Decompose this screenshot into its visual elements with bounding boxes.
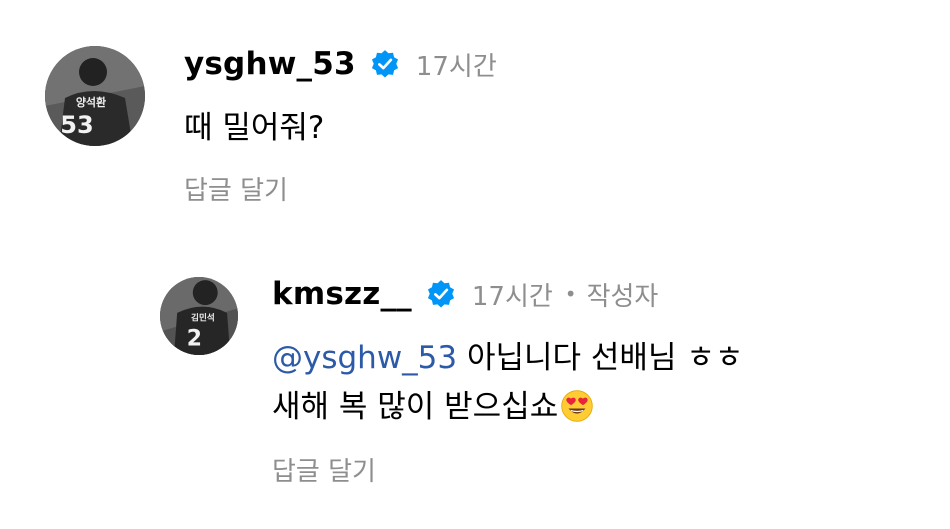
avatar[interactable]: 양석환 53 (45, 46, 145, 146)
reply-comment: 김민석 2 kmszz__ 17시간 • 작성자 @ysghw_53 아닙니다 … (0, 240, 950, 529)
avatar[interactable]: 김민석 2 (160, 277, 238, 355)
verified-badge-icon (371, 50, 398, 78)
avatar-jersey-name: 김민석 (191, 312, 215, 324)
avatar-jersey-name: 양석환 (76, 95, 106, 109)
mention-link[interactable]: @ysghw_53 (272, 340, 457, 376)
reply-button[interactable]: 답글 달기 (272, 451, 376, 488)
username[interactable]: kmszz__ (272, 276, 412, 312)
comment-text-line2: 새해 복 많이 받으십쇼 (272, 389, 559, 425)
avatar-image: 김민석 2 (160, 277, 238, 355)
username[interactable]: ysghw_53 (184, 46, 356, 82)
timestamp: 17시간 (471, 281, 553, 312)
comment-header: ysghw_53 17시간 (184, 44, 497, 84)
avatar-jersey-number: 2 (187, 327, 202, 352)
author-badge: 작성자 (586, 281, 659, 312)
avatar-jersey-number: 53 (60, 111, 93, 139)
comment-text: 때 밀어줘? (184, 110, 325, 146)
comment-header: kmszz__ 17시간 • 작성자 (272, 274, 658, 314)
timestamp: 17시간 (415, 51, 497, 82)
comment-text-line2-row: 새해 복 많이 받으십쇼 (272, 384, 594, 430)
separator-dot: • (564, 282, 577, 306)
reply-button[interactable]: 답글 달기 (184, 170, 288, 207)
comment-text: @ysghw_53 아닙니다 선배님 ㅎㅎ (272, 335, 743, 381)
verified-badge-icon (427, 280, 454, 308)
comment-text-line1: 아닙니다 선배님 ㅎㅎ (457, 340, 744, 376)
comment: 양석환 53 ysghw_53 17시간 때 밀어줘? 답글 달기 (0, 0, 950, 230)
heart-eyes-emoji-icon (561, 390, 593, 422)
avatar-image: 양석환 53 (45, 46, 145, 146)
